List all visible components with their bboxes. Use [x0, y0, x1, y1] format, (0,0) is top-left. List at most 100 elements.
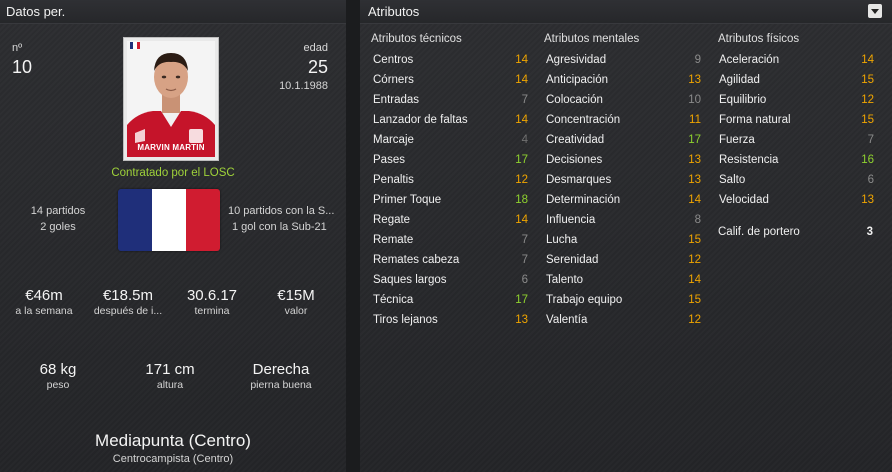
attribute-row[interactable]: Penaltis 12 — [373, 170, 528, 190]
attribute-row[interactable]: Agresividad 9 — [546, 50, 701, 70]
attribute-value: 14 — [688, 194, 701, 206]
attribute-row[interactable]: Lucha 15 — [546, 230, 701, 250]
attribute-name: Anticipación — [546, 74, 609, 86]
attribute-row[interactable]: Marcaje 4 — [373, 130, 528, 150]
attribute-row[interactable]: Determinación 14 — [546, 190, 701, 210]
attribute-row[interactable]: Velocidad 13 — [719, 190, 874, 210]
contract-status[interactable]: Contratado por el LOSC — [0, 167, 346, 179]
attribute-value: 12 — [688, 314, 701, 326]
attribute-value: 7 — [521, 234, 528, 246]
stat-value-label: valor — [284, 305, 308, 317]
stat-contract-end-value: 30.6.17 — [186, 287, 238, 304]
attribute-row[interactable]: Saques largos 6 — [373, 270, 528, 290]
attribute-value: 14 — [515, 54, 528, 66]
attribute-row[interactable]: Córners 14 — [373, 70, 528, 90]
attribute-name: Influencia — [546, 214, 596, 226]
attribute-value: 17 — [515, 294, 528, 306]
international-goals: 1 gol con la Sub-21 — [232, 221, 327, 233]
attribute-name: Primer Toque — [373, 194, 442, 206]
attribute-value: 14 — [515, 114, 528, 126]
attribute-name: Agilidad — [719, 74, 760, 86]
attribute-row[interactable]: Forma natural 15 — [719, 110, 874, 130]
stat-preferred-foot-value: Derecha — [252, 361, 310, 378]
attribute-row[interactable]: Valentía 12 — [546, 310, 701, 330]
player-position-sub: Centrocampista (Centro) — [112, 453, 234, 465]
personal-details-header: Datos per. — [0, 0, 346, 24]
attribute-row[interactable]: Regate 14 — [373, 210, 528, 230]
attribute-row[interactable]: Trabajo equipo 15 — [546, 290, 701, 310]
stat-value-value: €15M — [277, 287, 315, 304]
attribute-name: Remates cabeza — [373, 254, 460, 266]
attribute-value: 12 — [861, 94, 874, 106]
stat-weight-value: 68 kg — [39, 361, 77, 378]
stat-wage: €46m a la semana — [4, 287, 84, 317]
attribute-row[interactable]: Colocación 10 — [546, 90, 701, 110]
nationality-mini-flag-icon — [130, 42, 140, 49]
attribute-row[interactable]: Técnica 17 — [373, 290, 528, 310]
attribute-row[interactable]: Primer Toque 18 — [373, 190, 528, 210]
attribute-name: Concentración — [546, 114, 621, 126]
attribute-row[interactable]: Decisiones 13 — [546, 150, 701, 170]
attribute-name: Talento — [546, 274, 584, 286]
nationality-flag-icon[interactable] — [118, 189, 220, 251]
attribute-name: Creatividad — [546, 134, 605, 146]
attributes-menu-button[interactable] — [868, 4, 882, 18]
shirt-number-label: nº — [12, 42, 23, 54]
attribute-row[interactable]: Serenidad 12 — [546, 250, 701, 270]
attribute-row[interactable]: Concentración 11 — [546, 110, 701, 130]
stat-weight-label: peso — [46, 379, 70, 391]
attribute-row[interactable]: Fuerza 7 — [719, 130, 874, 150]
attribute-value: 9 — [694, 54, 701, 66]
attribute-name: Córners — [373, 74, 414, 86]
attribute-value: 8 — [694, 214, 701, 226]
attribute-value: 12 — [515, 174, 528, 186]
attribute-name: Agresividad — [546, 54, 607, 66]
chevron-down-icon — [871, 8, 879, 14]
attribute-name: Penaltis — [373, 174, 414, 186]
attribute-row[interactable]: Pases 17 — [373, 150, 528, 170]
attribute-row[interactable]: Remates cabeza 7 — [373, 250, 528, 270]
stat-value: €15M valor — [256, 287, 336, 317]
player-photo[interactable]: MARVIN MARTIN — [123, 37, 219, 161]
attribute-value: 15 — [688, 294, 701, 306]
attribute-row[interactable]: Anticipación 13 — [546, 70, 701, 90]
attribute-row[interactable]: Influencia 8 — [546, 210, 701, 230]
attribute-value: 10 — [688, 94, 701, 106]
attribute-value: 7 — [521, 254, 528, 266]
attribute-name: Colocación — [546, 94, 603, 106]
player-position[interactable]: Mediapunta (Centro) — [0, 431, 346, 451]
attribute-name: Remate — [373, 234, 414, 246]
date-of-birth: 10.1.1988 — [279, 80, 328, 92]
attribute-name: Resistencia — [719, 154, 779, 166]
attribute-name: Salto — [719, 174, 746, 186]
attribute-value: 17 — [688, 134, 701, 146]
attribute-name: Saques largos — [373, 274, 447, 286]
attribute-name: Lucha — [546, 234, 578, 246]
attribute-row[interactable]: Tiros lejanos 13 — [373, 310, 528, 330]
attribute-name: Equilibrio — [719, 94, 767, 106]
attribute-row[interactable]: Aceleración 14 — [719, 50, 874, 70]
attribute-value: 16 — [861, 154, 874, 166]
stat-weight: 68 kg peso — [18, 361, 98, 391]
attribute-value: 13 — [515, 314, 528, 326]
attribute-row[interactable]: Desmarques 13 — [546, 170, 701, 190]
stat-height-label: altura — [156, 379, 184, 391]
attribute-name: Entradas — [373, 94, 420, 106]
attribute-value: 14 — [861, 54, 874, 66]
attribute-row[interactable]: Equilibrio 12 — [719, 90, 874, 110]
attribute-name: Serenidad — [546, 254, 599, 266]
attribute-row[interactable]: Lanzador de faltas 14 — [373, 110, 528, 130]
age-label: edad — [303, 42, 328, 54]
attribute-row[interactable]: Remate 7 — [373, 230, 528, 250]
attribute-name: Determinación — [546, 194, 621, 206]
attribute-row[interactable]: Creatividad 17 — [546, 130, 701, 150]
age-value: 25 — [307, 57, 328, 77]
attribute-row[interactable]: Talento 14 — [546, 270, 701, 290]
attribute-row[interactable]: Resistencia 16 — [719, 150, 874, 170]
mental-attributes-title: Atributos mentales — [544, 33, 640, 45]
goalkeeper-rating-row[interactable]: Calif. de portero 3 — [718, 222, 873, 242]
attribute-row[interactable]: Entradas 7 — [373, 90, 528, 110]
attribute-row[interactable]: Centros 14 — [373, 50, 528, 70]
attribute-row[interactable]: Salto 6 — [719, 170, 874, 190]
attribute-row[interactable]: Agilidad 15 — [719, 70, 874, 90]
